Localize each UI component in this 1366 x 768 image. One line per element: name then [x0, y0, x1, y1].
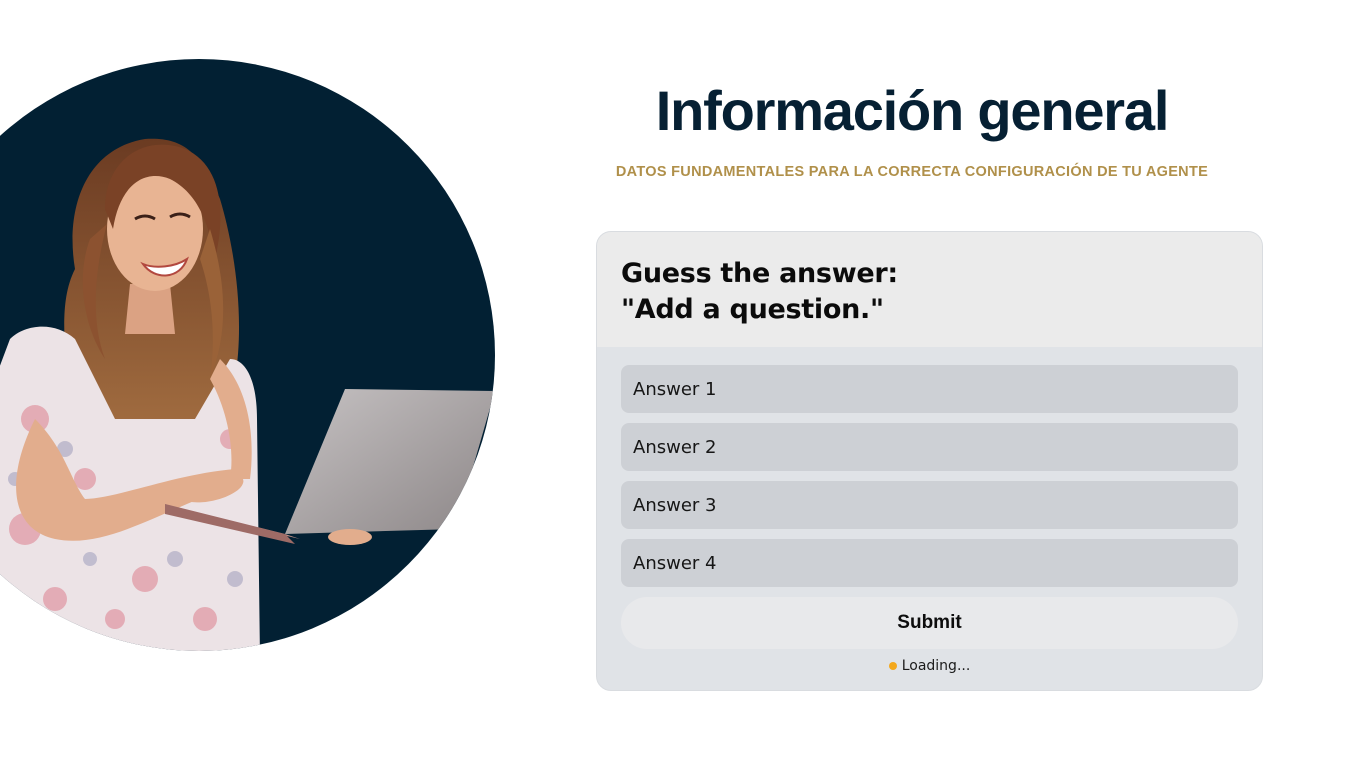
answer-list: Answer 1 Answer 2 Answer 3 Answer 4: [597, 347, 1262, 587]
quiz-question: "Add a question.": [621, 294, 884, 325]
answer-label: Answer 2: [633, 436, 717, 458]
woman-with-laptop-image: [0, 59, 495, 651]
answer-label: Answer 3: [633, 494, 717, 516]
quiz-header: Guess the answer: "Add a question.": [597, 232, 1262, 347]
loading-status: Loading...: [597, 657, 1262, 675]
answer-label: Answer 4: [633, 552, 717, 574]
answer-option-4[interactable]: Answer 4: [621, 539, 1238, 587]
status-dot-icon: [888, 662, 897, 670]
submit-button[interactable]: Submit: [621, 597, 1238, 649]
hero-photo: [0, 59, 495, 651]
quiz-card: Guess the answer: "Add a question." Answ…: [596, 231, 1263, 691]
page-title: Información general: [655, 79, 1170, 142]
answer-option-1[interactable]: Answer 1: [621, 365, 1238, 413]
page: Información general DATOS FUNDAMENTALES …: [0, 0, 1366, 768]
quiz-prompt: Guess the answer:: [621, 258, 898, 289]
answer-label: Answer 1: [633, 378, 717, 400]
page-subtitle: DATOS FUNDAMENTALES PARA LA CORRECTA CON…: [615, 164, 1209, 180]
answer-option-2[interactable]: Answer 2: [621, 423, 1238, 471]
status-text: Loading...: [901, 658, 971, 674]
answer-option-3[interactable]: Answer 3: [621, 481, 1238, 529]
